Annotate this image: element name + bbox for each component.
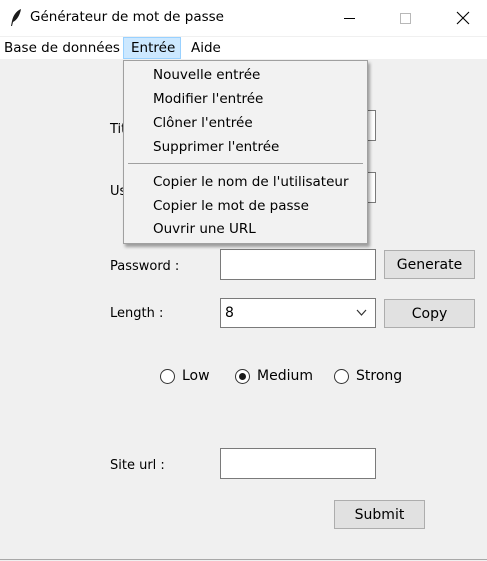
menu-aide[interactable]: Aide xyxy=(187,37,225,59)
entree-dropdown-menu: Nouvelle entrée Modifier l'entrée Clôner… xyxy=(123,60,368,244)
length-select[interactable]: 8 xyxy=(220,298,376,328)
maximize-icon xyxy=(399,12,411,24)
minimize-icon xyxy=(343,17,355,19)
close-icon xyxy=(456,11,470,25)
close-button[interactable] xyxy=(441,0,485,36)
maximize-button[interactable] xyxy=(383,0,427,36)
radio-medium-label: Medium xyxy=(257,368,313,384)
window-title: Générateur de mot de passe xyxy=(30,9,224,25)
menu-item-ouvrir-url[interactable]: Ouvrir une URL xyxy=(153,221,256,237)
radio-strong[interactable]: Strong xyxy=(334,368,402,384)
radio-low-circle xyxy=(160,368,175,384)
radio-strong-circle xyxy=(334,368,349,384)
radio-medium-circle xyxy=(235,368,250,384)
title-bar: Générateur de mot de passe xyxy=(0,0,487,36)
radio-low[interactable]: Low xyxy=(160,368,210,384)
password-input[interactable] xyxy=(220,249,376,280)
radio-low-label: Low xyxy=(182,368,210,384)
copy-button[interactable]: Copy xyxy=(384,299,475,328)
menu-separator xyxy=(128,163,363,164)
menu-bar: Base de données Entrée Aide xyxy=(0,37,487,59)
password-label: Password : xyxy=(110,259,180,274)
chevron-down-icon xyxy=(356,309,367,316)
radio-strong-label: Strong xyxy=(356,368,403,384)
menu-entree[interactable]: Entrée xyxy=(123,37,181,59)
submit-button[interactable]: Submit xyxy=(334,500,425,529)
menu-base-de-donnees[interactable]: Base de données xyxy=(0,37,124,59)
radio-medium[interactable]: Medium xyxy=(235,368,313,384)
site-url-label: Site url : xyxy=(110,458,165,473)
menu-item-modifier-entree[interactable]: Modifier l'entrée xyxy=(153,91,263,107)
feather-icon xyxy=(11,9,21,26)
menu-item-nouvelle-entree[interactable]: Nouvelle entrée xyxy=(153,67,260,83)
generate-button[interactable]: Generate xyxy=(384,250,475,279)
window-bottom-border xyxy=(0,559,487,560)
menu-item-copier-nom-utilisateur[interactable]: Copier le nom de l'utilisateur xyxy=(153,174,349,190)
menu-item-supprimer-entree[interactable]: Supprimer l'entrée xyxy=(153,139,279,155)
site-url-input[interactable] xyxy=(220,448,376,479)
length-label: Length : xyxy=(110,306,164,321)
menu-item-cloner-entree[interactable]: Clôner l'entrée xyxy=(153,115,253,131)
menu-item-copier-mot-de-passe[interactable]: Copier le mot de passe xyxy=(153,198,309,214)
minimize-button[interactable] xyxy=(327,0,371,36)
length-value: 8 xyxy=(225,305,234,321)
